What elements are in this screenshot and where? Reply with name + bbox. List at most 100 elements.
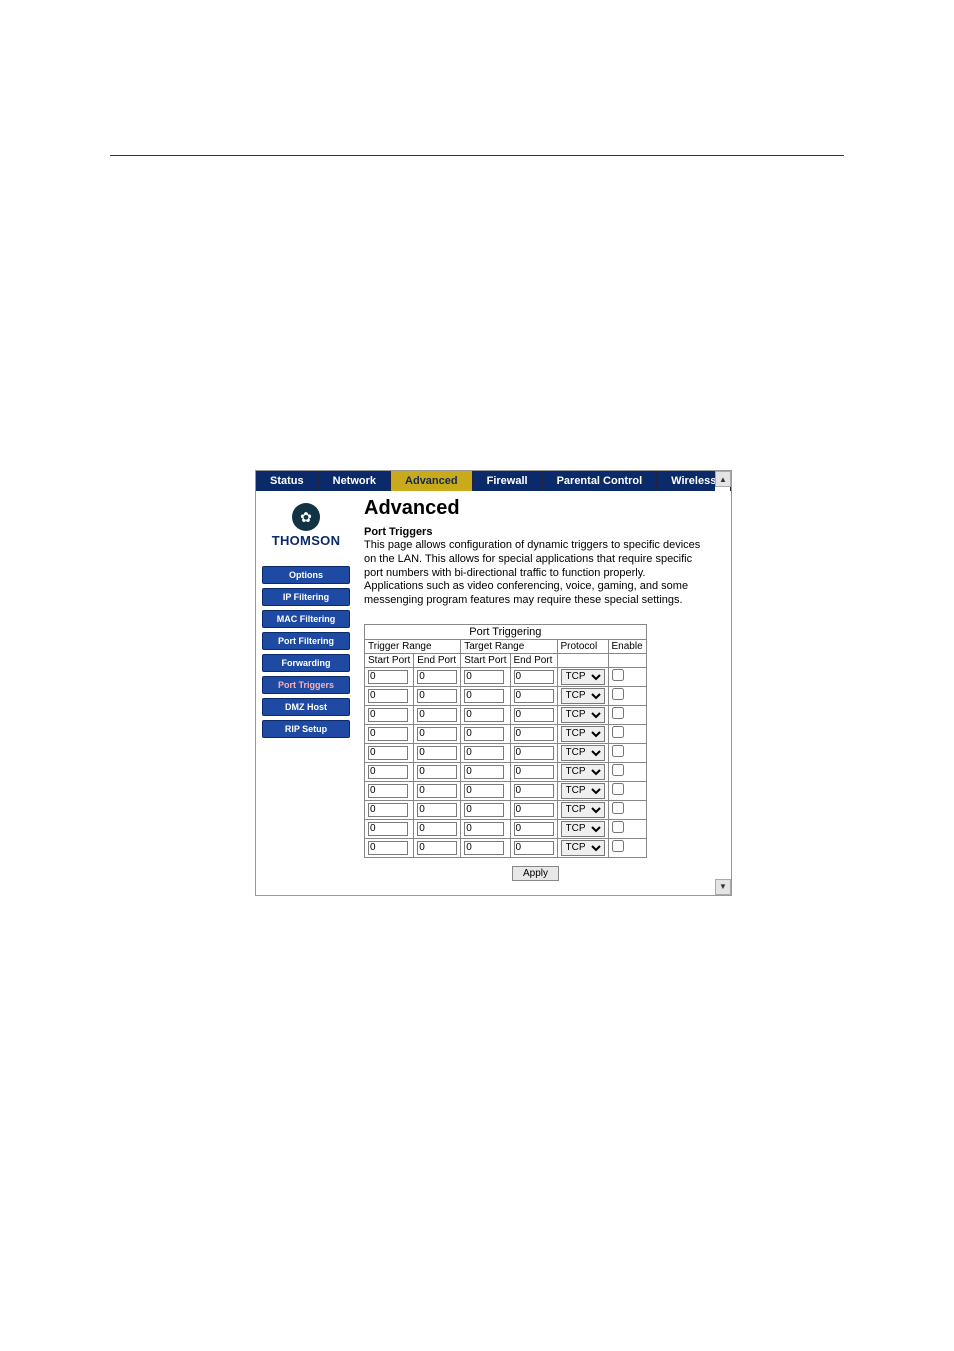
trigger-start-input[interactable] [368, 727, 408, 741]
enable-checkbox[interactable] [612, 840, 624, 852]
table-title: Port Triggering [365, 624, 647, 639]
protocol-select[interactable]: TCPUDPBoth [561, 745, 605, 761]
table-row: TCPUDPBoth [365, 781, 647, 800]
enable-checkbox[interactable] [612, 726, 624, 738]
trigger-start-input[interactable] [368, 746, 408, 760]
sidebar-item-port-filtering[interactable]: Port Filtering [262, 632, 350, 650]
col-target-end: End Port [510, 653, 557, 667]
trigger-start-input[interactable] [368, 803, 408, 817]
trigger-start-input[interactable] [368, 841, 408, 855]
trigger-end-input[interactable] [417, 803, 457, 817]
tab-advanced[interactable]: Advanced [391, 471, 473, 491]
enable-checkbox[interactable] [612, 821, 624, 833]
tab-status[interactable]: Status [256, 471, 319, 491]
sidebar-item-forwarding[interactable]: Forwarding [262, 654, 350, 672]
target-start-input[interactable] [464, 822, 504, 836]
enable-checkbox[interactable] [612, 783, 624, 795]
target-end-input[interactable] [514, 784, 554, 798]
trigger-end-input[interactable] [417, 841, 457, 855]
sidebar-item-port-triggers[interactable]: Port Triggers [262, 676, 350, 694]
trigger-end-input[interactable] [417, 746, 457, 760]
target-start-input[interactable] [464, 765, 504, 779]
protocol-select[interactable]: TCPUDPBoth [561, 688, 605, 704]
sidebar-item-rip-setup[interactable]: RIP Setup [262, 720, 350, 738]
target-start-input[interactable] [464, 803, 504, 817]
protocol-select[interactable]: TCPUDPBoth [561, 707, 605, 723]
trigger-start-input[interactable] [368, 689, 408, 703]
enable-checkbox[interactable] [612, 764, 624, 776]
trigger-start-input[interactable] [368, 822, 408, 836]
enable-checkbox[interactable] [612, 802, 624, 814]
target-start-input[interactable] [464, 727, 504, 741]
protocol-select[interactable]: TCPUDPBoth [561, 726, 605, 742]
target-start-input[interactable] [464, 784, 504, 798]
tab-network[interactable]: Network [319, 471, 391, 491]
col-trigger-end: End Port [414, 653, 461, 667]
target-start-input[interactable] [464, 746, 504, 760]
target-start-input[interactable] [464, 670, 504, 684]
sidebar: ✿ THOMSON Options IP Filtering MAC Filte… [256, 491, 356, 895]
protocol-select[interactable]: TCPUDPBoth [561, 783, 605, 799]
trigger-end-input[interactable] [417, 670, 457, 684]
scroll-up-icon[interactable]: ▲ [715, 471, 731, 487]
target-start-input[interactable] [464, 841, 504, 855]
enable-checkbox[interactable] [612, 669, 624, 681]
section-heading: Port Triggers [364, 526, 707, 538]
col-protocol: Protocol [557, 639, 608, 653]
brand-text: THOMSON [262, 533, 350, 548]
tab-parental-control[interactable]: Parental Control [543, 471, 658, 491]
trigger-end-input[interactable] [417, 708, 457, 722]
port-triggering-table: Port Triggering Trigger Range Target Ran… [364, 624, 647, 858]
trigger-start-input[interactable] [368, 670, 408, 684]
target-end-input[interactable] [514, 822, 554, 836]
trigger-end-input[interactable] [417, 727, 457, 741]
col-trigger-start: Start Port [365, 653, 414, 667]
col-target-range: Target Range [461, 639, 557, 653]
table-row: TCPUDPBoth [365, 705, 647, 724]
target-end-input[interactable] [514, 727, 554, 741]
sidebar-item-options[interactable]: Options [262, 566, 350, 584]
target-end-input[interactable] [514, 746, 554, 760]
enable-checkbox[interactable] [612, 745, 624, 757]
trigger-end-input[interactable] [417, 784, 457, 798]
table-row: TCPUDPBoth [365, 762, 647, 781]
sidebar-item-ip-filtering[interactable]: IP Filtering [262, 588, 350, 606]
section-description: This page allows configuration of dynami… [364, 539, 707, 608]
col-target-start: Start Port [461, 653, 510, 667]
table-row: TCPUDPBoth [365, 800, 647, 819]
trigger-end-input[interactable] [417, 689, 457, 703]
target-end-input[interactable] [514, 708, 554, 722]
sidebar-item-mac-filtering[interactable]: MAC Filtering [262, 610, 350, 628]
table-row: TCPUDPBoth [365, 686, 647, 705]
protocol-select[interactable]: TCPUDPBoth [561, 669, 605, 685]
trigger-end-input[interactable] [417, 822, 457, 836]
apply-button[interactable]: Apply [512, 866, 559, 881]
target-end-input[interactable] [514, 765, 554, 779]
protocol-select[interactable]: TCPUDPBoth [561, 840, 605, 856]
target-end-input[interactable] [514, 841, 554, 855]
table-row: TCPUDPBoth [365, 667, 647, 686]
enable-checkbox[interactable] [612, 688, 624, 700]
tab-firewall[interactable]: Firewall [473, 471, 543, 491]
protocol-select[interactable]: TCPUDPBoth [561, 821, 605, 837]
thomson-logo-icon: ✿ [292, 503, 320, 531]
trigger-start-input[interactable] [368, 784, 408, 798]
target-end-input[interactable] [514, 670, 554, 684]
sidebar-item-dmz-host[interactable]: DMZ Host [262, 698, 350, 716]
table-row: TCPUDPBoth [365, 743, 647, 762]
target-end-input[interactable] [514, 689, 554, 703]
trigger-start-input[interactable] [368, 708, 408, 722]
target-start-input[interactable] [464, 689, 504, 703]
enable-checkbox[interactable] [612, 707, 624, 719]
target-end-input[interactable] [514, 803, 554, 817]
trigger-end-input[interactable] [417, 765, 457, 779]
protocol-select[interactable]: TCPUDPBoth [561, 802, 605, 818]
main-panel: Advanced Port Triggers This page allows … [356, 491, 715, 895]
trigger-start-input[interactable] [368, 765, 408, 779]
header-rule [110, 155, 844, 156]
col-trigger-range: Trigger Range [365, 639, 461, 653]
page-title: Advanced [364, 497, 707, 520]
target-start-input[interactable] [464, 708, 504, 722]
protocol-select[interactable]: TCPUDPBoth [561, 764, 605, 780]
scroll-down-icon[interactable]: ▼ [715, 879, 731, 895]
